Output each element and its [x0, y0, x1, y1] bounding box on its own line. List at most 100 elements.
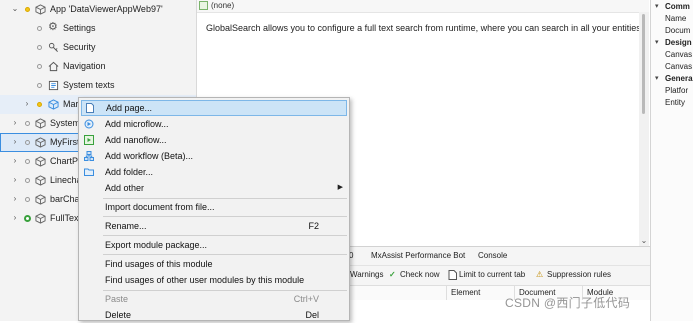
menu-item-add-page[interactable]: Add page... — [81, 100, 347, 116]
tab-performance-bot[interactable]: MxAssist Performance Bot — [371, 247, 465, 265]
page-icon — [86, 103, 94, 113]
property-row[interactable]: Docum — [651, 25, 693, 37]
property-label: Genera — [665, 74, 693, 83]
menu-item-label: Add workflow (Beta)... — [105, 151, 194, 161]
status-dot — [37, 64, 42, 69]
editor-vertical-scrollbar[interactable]: ⌄ — [639, 12, 649, 246]
property-label: Design — [665, 38, 692, 47]
tab-console[interactable]: Console — [478, 247, 507, 265]
property-label: Name — [665, 14, 687, 23]
menu-item-shortcut: Ctrl+V — [293, 294, 319, 304]
menu-item-shortcut: F2 — [308, 221, 319, 231]
scrollbar-thumb[interactable] — [642, 14, 645, 114]
tree-item-label: Mar — [63, 99, 79, 109]
app-cube-icon — [35, 4, 46, 15]
menu-item-rename[interactable]: Rename... F2 — [79, 218, 349, 234]
menu-separator — [103, 216, 347, 217]
scroll-down-icon[interactable]: ⌄ — [639, 236, 649, 246]
module-cube-icon — [35, 194, 46, 205]
menu-item-label: Add folder... — [105, 167, 154, 177]
property-row[interactable]: ▾ Genera — [651, 73, 693, 85]
property-label: Canvas — [665, 50, 693, 59]
property-row[interactable]: Name — [651, 13, 693, 25]
tree-item-label: Settings — [63, 23, 96, 33]
text-document-icon — [48, 80, 59, 91]
editor-header-label: (none) — [211, 1, 235, 10]
workflow-icon — [84, 151, 94, 161]
limit-to-tab-toggle[interactable]: Limit to current tab — [459, 266, 525, 284]
tree-item-label: Security — [63, 42, 96, 52]
chevron-right-icon[interactable]: › — [11, 157, 19, 165]
tree-item-app[interactable]: ⌄ App 'DataViewerAppWeb97' — [0, 0, 196, 19]
tree-item-settings[interactable]: ⚙ Settings — [0, 19, 196, 38]
chevron-down-icon[interactable]: ⌄ — [11, 5, 19, 13]
column-header-element[interactable]: Element — [446, 286, 514, 300]
menu-item-add-microflow[interactable]: Add microflow... — [79, 116, 349, 132]
warnings-toggle[interactable]: Warnings — [350, 266, 384, 284]
status-dot — [25, 140, 30, 145]
menu-item-find-usages-other[interactable]: Find usages of other user modules by thi… — [79, 272, 349, 288]
status-dot — [37, 26, 42, 31]
property-label: Entity — [665, 98, 686, 107]
menu-item-add-other[interactable]: Add other ▶ — [79, 180, 349, 196]
context-menu: Add page... Add microflow... Add nanoflo… — [78, 97, 350, 321]
property-row[interactable]: Entity — [651, 97, 693, 109]
menu-item-find-usages[interactable]: Find usages of this module — [79, 256, 349, 272]
microflow-icon — [84, 119, 94, 129]
chevron-right-icon[interactable]: › — [11, 119, 19, 127]
chevron-down-icon[interactable]: ▾ — [655, 73, 659, 85]
submenu-arrow-icon: ▶ — [337, 184, 343, 191]
menu-item-add-folder[interactable]: Add folder... — [79, 164, 349, 180]
property-row[interactable]: Canvas — [651, 49, 693, 61]
module-cube-icon — [35, 213, 46, 224]
menu-item-import-document[interactable]: Import document from file... — [79, 199, 349, 215]
snippet-icon — [199, 1, 208, 10]
chevron-down-icon[interactable]: ▾ — [655, 37, 659, 49]
nanoflow-icon — [84, 135, 94, 145]
tree-item-label: Linecha — [50, 175, 82, 185]
menu-item-label: Rename... — [105, 221, 147, 231]
status-dot — [37, 45, 42, 50]
tree-item-system-texts[interactable]: System texts — [0, 76, 196, 95]
menu-item-add-workflow[interactable]: Add workflow (Beta)... — [79, 148, 349, 164]
status-dot — [25, 7, 30, 12]
property-row[interactable]: ▾ Comm — [651, 1, 693, 13]
gear-icon: ⚙ — [48, 21, 58, 33]
tree-item-label: System — [50, 118, 81, 128]
menu-item-label: Add other — [105, 183, 145, 193]
checkmark-icon: ✓ — [389, 270, 396, 279]
property-row[interactable]: ▾ Design — [651, 37, 693, 49]
chevron-down-icon[interactable]: ▾ — [655, 1, 659, 13]
status-dot — [25, 159, 30, 164]
editor-text[interactable]: GlobalSearch allows you to configure a f… — [206, 23, 643, 33]
property-row[interactable]: Canvas — [651, 61, 693, 73]
menu-item-paste[interactable]: Paste Ctrl+V — [79, 291, 349, 307]
chevron-right-icon[interactable]: › — [11, 214, 19, 222]
suppression-icon: ⚠ — [536, 270, 544, 279]
property-label: Comm — [665, 2, 690, 11]
chevron-right-icon[interactable]: › — [11, 195, 19, 203]
status-dot — [25, 197, 30, 202]
tree-item-label: System texts — [63, 80, 115, 90]
property-row[interactable]: Platfor — [651, 85, 693, 97]
menu-item-add-nanoflow[interactable]: Add nanoflow... — [79, 132, 349, 148]
suppression-rules-button[interactable]: Suppression rules — [547, 266, 611, 284]
tree-item-security[interactable]: Security — [0, 38, 196, 57]
menu-item-label: Find usages of other user modules by thi… — [105, 275, 305, 285]
chevron-right-icon[interactable]: › — [11, 138, 19, 146]
status-dot — [25, 178, 30, 183]
tree-item-navigation[interactable]: Navigation — [0, 57, 196, 76]
property-label: Platfor — [665, 86, 689, 95]
check-now-button[interactable]: Check now — [400, 266, 440, 284]
status-dot — [25, 121, 30, 126]
menu-item-label: Add microflow... — [105, 119, 169, 129]
chevron-right-icon[interactable]: › — [11, 176, 19, 184]
panel-tabs: 0 MxAssist Performance Bot Console — [348, 247, 650, 265]
menu-item-label: Add page... — [106, 103, 153, 113]
menu-item-export-module-package[interactable]: Export module package... — [79, 237, 349, 253]
module-cube-icon — [35, 118, 46, 129]
menu-item-label: Import document from file... — [105, 202, 215, 212]
folder-icon — [84, 168, 94, 176]
chevron-right-icon[interactable]: › — [23, 100, 31, 108]
property-label: Docum — [665, 26, 691, 35]
